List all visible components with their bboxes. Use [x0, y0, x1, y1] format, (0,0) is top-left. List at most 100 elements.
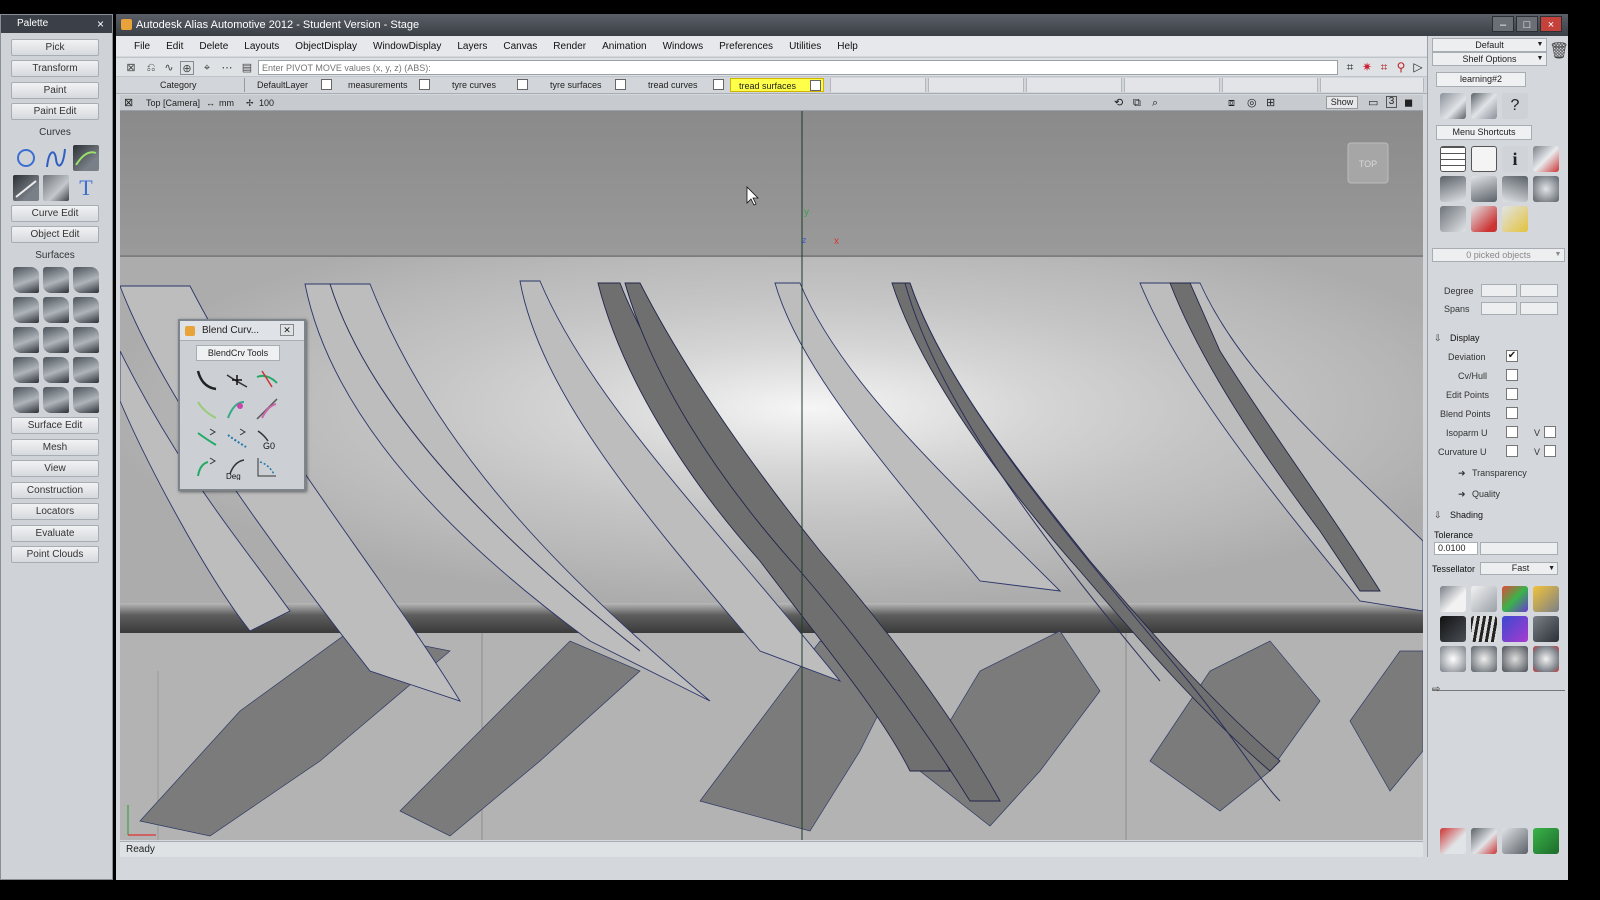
bottom-shelf-icon[interactable] [1440, 828, 1466, 854]
layer-visibility-checkbox[interactable] [321, 79, 332, 90]
shelf-tool-icon[interactable] [1440, 93, 1466, 119]
close-button[interactable]: × [1540, 16, 1562, 32]
prompt-history-icon[interactable]: ▤ [240, 61, 254, 75]
look-at-icon[interactable]: ◎ [1247, 95, 1257, 111]
category-label[interactable]: Category [156, 78, 234, 92]
spans-v-field[interactable] [1520, 302, 1558, 315]
project-shortcut-icon[interactable] [1471, 176, 1497, 202]
point-clouds-button[interactable]: Point Clouds [11, 546, 99, 563]
split-view-icon[interactable]: ▭ [1368, 95, 1378, 111]
show-button[interactable]: Show [1326, 96, 1358, 109]
empty-layer-slot[interactable] [1026, 78, 1122, 92]
check-shortcut-icon[interactable] [1533, 146, 1559, 172]
layer-visibility-checkbox[interactable] [713, 79, 724, 90]
shade-off-icon[interactable] [1440, 586, 1466, 612]
blend-window-close-icon[interactable]: ✕ [280, 324, 294, 336]
blend-direction-icon[interactable] [194, 454, 220, 480]
menu-windows[interactable]: Windows [655, 41, 712, 52]
text-tool-icon[interactable]: T [73, 175, 99, 201]
construction-button[interactable]: Construction [11, 482, 99, 499]
sphere-shortcut-icon[interactable] [1533, 176, 1559, 202]
extend-shortcut-icon[interactable] [1502, 176, 1528, 202]
menu-shortcuts-tab[interactable]: Menu Shortcuts [1436, 125, 1532, 140]
multi-blend-surface-icon[interactable] [43, 327, 69, 353]
pick-button[interactable]: Pick [11, 39, 99, 56]
tumble-icon[interactable]: ⟲ [1114, 95, 1123, 111]
offset-surface-icon[interactable] [13, 387, 39, 413]
view-button[interactable]: View [11, 460, 99, 477]
freeform-blend-icon[interactable] [73, 327, 99, 353]
shelf-tool-icon[interactable] [1471, 93, 1497, 119]
pick-object-icon[interactable]: ✷ [1360, 60, 1374, 75]
blend-degree-icon[interactable]: Deg [224, 454, 250, 481]
boundary-surface-icon[interactable] [73, 297, 99, 323]
tolerance-field[interactable]: 0.0100 [1434, 542, 1478, 555]
attach-shortcut-icon[interactable] [1471, 206, 1497, 232]
minimize-button[interactable]: – [1492, 16, 1514, 32]
fit-view-icon[interactable]: ⊞ [1266, 95, 1275, 111]
paint-button[interactable]: Paint [11, 82, 99, 99]
quality-section[interactable]: Quality [1472, 489, 1500, 499]
blend-tangent-icon[interactable] [254, 396, 280, 422]
draft-surface-icon[interactable] [43, 387, 69, 413]
menu-windowdisplay[interactable]: WindowDisplay [365, 41, 449, 52]
menu-canvas[interactable]: Canvas [495, 41, 545, 52]
grid-snap-icon[interactable]: ⌗ [1377, 60, 1391, 75]
snap-toggle-icon[interactable]: ⊕ [180, 61, 194, 75]
tube-surface-icon[interactable] [73, 357, 99, 383]
blend-parameter-icon[interactable] [254, 454, 280, 480]
layer-visibility-checkbox[interactable] [419, 79, 430, 90]
bottom-shelf-icon[interactable] [1502, 828, 1528, 854]
track-icon[interactable]: ⧉ [1133, 95, 1141, 111]
blend-curve-create-icon[interactable] [194, 367, 220, 393]
sphere-reset-icon[interactable] [1533, 646, 1559, 672]
viewport-top-camera[interactable]: y x z TOP [120, 111, 1423, 840]
layer-tread-surfaces[interactable]: tread surfaces [730, 78, 824, 92]
edit-points-checkbox[interactable] [1506, 388, 1518, 400]
history-icon[interactable]: ⋯ [220, 61, 234, 75]
default-dropdown[interactable]: Default ▼ [1432, 38, 1547, 52]
grid-shortcut-icon[interactable] [1440, 146, 1466, 172]
resize-arrow-icon[interactable]: ⇨ [1432, 684, 1440, 695]
window-shortcut-icon[interactable] [1471, 146, 1497, 172]
shade-striped-icon[interactable] [1471, 616, 1497, 642]
transform-button[interactable]: Transform [11, 60, 99, 77]
zoom-icon[interactable]: ⌕ [1152, 95, 1158, 111]
display-header[interactable]: Display [1450, 333, 1480, 343]
surface-edit-button[interactable]: Surface Edit [11, 417, 99, 434]
menu-render[interactable]: Render [545, 41, 594, 52]
frame-icon[interactable]: ⧈ [1228, 95, 1235, 111]
empty-layer-slot[interactable] [1124, 78, 1220, 92]
blend-curve-toggle-icon[interactable] [224, 396, 250, 422]
object-edit-button[interactable]: Object Edit [11, 226, 99, 243]
layer-defaultlayer[interactable]: DefaultLayer [244, 78, 334, 92]
blend-curve-icon[interactable] [73, 145, 99, 171]
flange-surface-icon[interactable] [73, 387, 99, 413]
evaluate-button[interactable]: Evaluate [11, 525, 99, 542]
play-icon[interactable]: ▷ [1411, 60, 1425, 75]
shelf-tab[interactable]: learning#2 [1436, 72, 1526, 87]
curvature-u-checkbox[interactable] [1506, 445, 1518, 457]
magnet-icon[interactable]: ⚲ [1394, 60, 1408, 75]
undo-icon[interactable]: ⎌ [144, 61, 158, 75]
primitive-surface-icon[interactable] [13, 267, 39, 293]
menu-objectdisplay[interactable]: ObjectDisplay [287, 41, 365, 52]
surfaces-header[interactable]: Surfaces [11, 248, 99, 263]
align-shortcut-icon[interactable] [1440, 206, 1466, 232]
curves-header[interactable]: Curves [11, 125, 99, 140]
blend-attach-icon[interactable] [194, 425, 220, 451]
bottom-shelf-icon[interactable] [1471, 828, 1497, 854]
circle-curve-icon[interactable] [13, 145, 39, 171]
menu-delete[interactable]: Delete [191, 41, 236, 52]
isoparm-v-checkbox[interactable] [1544, 426, 1556, 438]
blend-constraint-icon[interactable] [194, 396, 220, 422]
menu-preferences[interactable]: Preferences [711, 41, 781, 52]
blendcrv-tools-tab[interactable]: BlendCrv Tools [196, 345, 280, 361]
revolve-surface-icon[interactable] [43, 267, 69, 293]
pick-nothing-icon[interactable]: ⊠ [124, 61, 138, 75]
layer-tread-curves[interactable]: tread curves [630, 78, 726, 92]
tessellator-dropdown[interactable]: Fast ▼ [1480, 562, 1558, 575]
locators-button[interactable]: Locators [11, 503, 99, 520]
extrude-surface-icon[interactable] [43, 297, 69, 323]
shelf-options-dropdown[interactable]: Shelf Options ▼ [1432, 52, 1547, 66]
